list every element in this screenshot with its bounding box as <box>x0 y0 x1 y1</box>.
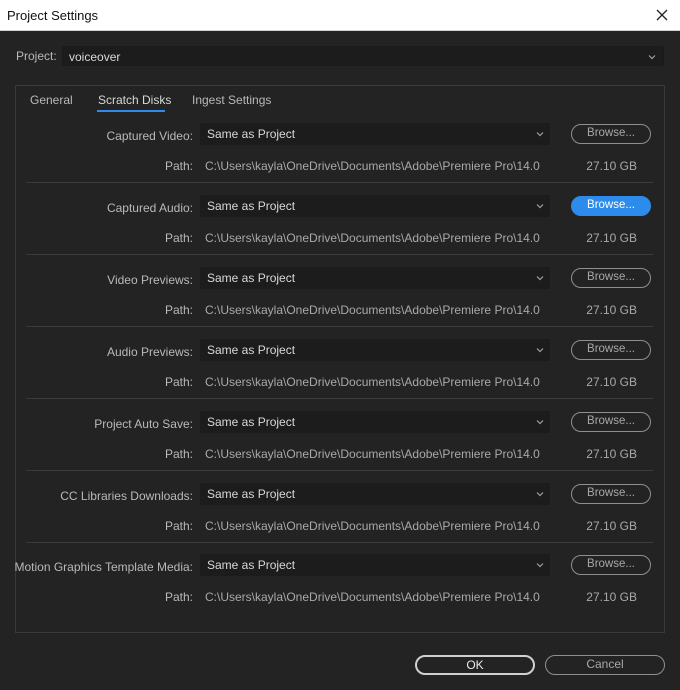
ok-button[interactable]: OK <box>415 655 535 675</box>
disk-space-value: 27.10 GB <box>586 231 637 245</box>
path-value: C:\Users\kayla\OneDrive\Documents\Adobe\… <box>205 519 540 533</box>
section-captured-video: Captured Video: Same as Project Browse..… <box>0 123 680 195</box>
section-divider <box>26 470 653 471</box>
browse-button[interactable]: Browse... <box>571 268 651 288</box>
chevron-down-icon <box>536 204 544 209</box>
disk-space-value: 27.10 GB <box>586 519 637 533</box>
location-select-value: Same as Project <box>207 343 296 357</box>
location-select-value: Same as Project <box>207 415 296 429</box>
location-select-value: Same as Project <box>207 487 296 501</box>
active-tab-indicator <box>97 110 165 112</box>
path-value: C:\Users\kayla\OneDrive\Documents\Adobe\… <box>205 447 540 461</box>
browse-button[interactable]: Browse... <box>571 484 651 504</box>
browse-button[interactable]: Browse... <box>571 340 651 360</box>
tab-general[interactable]: General <box>30 93 73 107</box>
project-label: Project: <box>16 49 57 63</box>
browse-button[interactable]: Browse... <box>571 412 651 432</box>
section-label: Project Auto Save: <box>94 417 193 431</box>
section-divider <box>26 182 653 183</box>
location-select[interactable]: Same as Project <box>200 339 550 361</box>
location-select[interactable]: Same as Project <box>200 554 550 576</box>
close-icon[interactable] <box>654 7 670 23</box>
location-select[interactable]: Same as Project <box>200 267 550 289</box>
chevron-down-icon <box>536 492 544 497</box>
section-captured-audio: Captured Audio: Same as Project Browse..… <box>0 195 680 267</box>
section-motion-graphics-template-media: Motion Graphics Template Media: Same as … <box>0 554 680 626</box>
section-video-previews: Video Previews: Same as Project Browse..… <box>0 267 680 339</box>
section-divider <box>26 254 653 255</box>
location-select-value: Same as Project <box>207 199 296 213</box>
path-label: Path: <box>164 375 193 389</box>
section-label: Motion Graphics Template Media: <box>14 560 193 574</box>
chevron-down-icon <box>536 348 544 353</box>
project-row: Project: voiceover <box>0 44 680 68</box>
cancel-button[interactable]: Cancel <box>545 655 665 675</box>
location-select[interactable]: Same as Project <box>200 123 550 145</box>
section-label: Audio Previews: <box>106 345 193 359</box>
chevron-down-icon <box>536 420 544 425</box>
disk-space-value: 27.10 GB <box>586 303 637 317</box>
project-select[interactable]: voiceover <box>62 46 664 66</box>
path-value: C:\Users\kayla\OneDrive\Documents\Adobe\… <box>205 375 540 389</box>
location-select[interactable]: Same as Project <box>200 483 550 505</box>
disk-space-value: 27.10 GB <box>586 447 637 461</box>
disk-space-value: 27.10 GB <box>586 590 637 604</box>
section-label: Captured Video: <box>106 129 193 143</box>
tab-ingest-settings[interactable]: Ingest Settings <box>192 93 271 107</box>
chevron-down-icon <box>536 276 544 281</box>
window-title: Project Settings <box>7 8 99 23</box>
section-divider <box>26 398 653 399</box>
section-project-auto-save: Project Auto Save: Same as Project Brows… <box>0 411 680 483</box>
section-divider <box>26 326 653 327</box>
section-divider <box>26 542 653 543</box>
chevron-down-icon <box>536 563 544 568</box>
browse-button[interactable]: Browse... <box>571 555 651 575</box>
location-select[interactable]: Same as Project <box>200 195 550 217</box>
path-label: Path: <box>164 519 193 533</box>
tab-scratch-disks[interactable]: Scratch Disks <box>98 93 171 107</box>
section-label: Captured Audio: <box>106 201 193 215</box>
path-label: Path: <box>164 303 193 317</box>
section-label: Video Previews: <box>107 273 193 287</box>
title-bar: Project Settings <box>0 0 680 31</box>
chevron-down-icon <box>648 55 656 60</box>
section-audio-previews: Audio Previews: Same as Project Browse..… <box>0 339 680 411</box>
path-value: C:\Users\kayla\OneDrive\Documents\Adobe\… <box>205 159 540 173</box>
section-label: CC Libraries Downloads: <box>60 489 193 503</box>
project-select-value: voiceover <box>69 50 121 64</box>
path-label: Path: <box>164 231 193 245</box>
browse-button[interactable]: Browse... <box>571 196 651 216</box>
chevron-down-icon <box>536 132 544 137</box>
path-label: Path: <box>164 159 193 173</box>
path-value: C:\Users\kayla\OneDrive\Documents\Adobe\… <box>205 231 540 245</box>
location-select-value: Same as Project <box>207 271 296 285</box>
location-select[interactable]: Same as Project <box>200 411 550 433</box>
path-label: Path: <box>164 447 193 461</box>
section-cc-libraries-downloads: CC Libraries Downloads: Same as Project … <box>0 483 680 555</box>
location-select-value: Same as Project <box>207 127 296 141</box>
path-value: C:\Users\kayla\OneDrive\Documents\Adobe\… <box>205 303 540 317</box>
path-label: Path: <box>164 590 193 604</box>
disk-space-value: 27.10 GB <box>586 375 637 389</box>
path-value: C:\Users\kayla\OneDrive\Documents\Adobe\… <box>205 590 540 604</box>
location-select-value: Same as Project <box>207 558 296 572</box>
disk-space-value: 27.10 GB <box>586 159 637 173</box>
browse-button[interactable]: Browse... <box>571 124 651 144</box>
